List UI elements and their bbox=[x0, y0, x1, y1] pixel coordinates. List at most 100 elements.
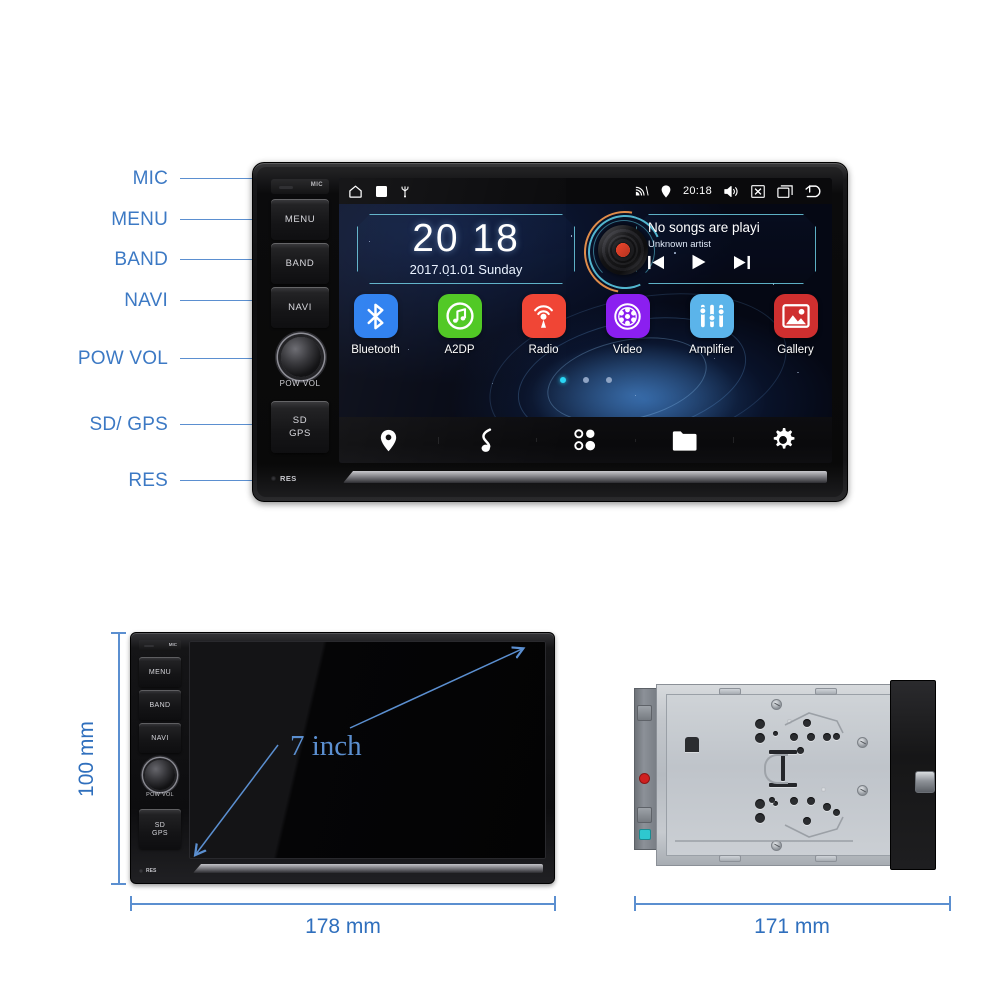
film-reel-icon[interactable] bbox=[605, 294, 650, 338]
page-dot[interactable] bbox=[605, 377, 612, 383]
clock-time: 20 18 bbox=[412, 217, 520, 260]
mic-icon bbox=[144, 645, 154, 647]
depth-dimension-label: 171 mm bbox=[754, 915, 830, 938]
back-icon[interactable] bbox=[805, 184, 823, 198]
product-diagram: MIC MENU BAND NAVI POW VOL SD/ GPS RES M… bbox=[0, 0, 1000, 1000]
dim-knob-label: POW VOL bbox=[146, 792, 174, 798]
app-amplifier[interactable]: Amplifier bbox=[681, 294, 743, 356]
previous-track-icon[interactable] bbox=[648, 255, 665, 270]
app-label: Bluetooth bbox=[351, 344, 400, 356]
next-track-icon[interactable] bbox=[733, 255, 750, 270]
folder-icon[interactable] bbox=[672, 430, 697, 451]
status-bar-clock: 20:18 bbox=[682, 185, 712, 197]
width-dimension-line bbox=[130, 903, 555, 905]
music-artist: Unknown artist bbox=[648, 239, 711, 250]
status-bar-right: 20:18 bbox=[635, 184, 823, 198]
music-widget[interactable]: No songs are playi Unknown artist bbox=[567, 194, 816, 310]
home-icon[interactable] bbox=[348, 184, 363, 199]
callout-label-res: RES bbox=[128, 470, 168, 491]
callout-label-band: BAND bbox=[114, 249, 168, 270]
dim-button-column: MIC MENU BAND NAVI POW VOL SD GPS RES bbox=[138, 639, 182, 877]
clock-widget[interactable]: 20 18 2017.01.01 Sunday bbox=[357, 214, 575, 284]
mic-strip: MIC bbox=[271, 179, 329, 194]
chassis-rear-panel bbox=[634, 688, 658, 850]
reset-hole-icon[interactable] bbox=[271, 475, 276, 481]
touchscreen[interactable]: 20:18 20 18 2017.01.01 Sunday No songs a… bbox=[339, 178, 832, 463]
page-dot-active[interactable] bbox=[559, 377, 566, 383]
app-a2dp[interactable]: A2DP bbox=[429, 294, 491, 356]
app-label: Amplifier bbox=[689, 344, 734, 356]
dim-reset-label: RES bbox=[146, 868, 157, 874]
width-tick-right bbox=[554, 896, 556, 911]
height-tick-top bbox=[111, 632, 126, 634]
pow-vol-knob[interactable] bbox=[281, 337, 321, 377]
usb-icon bbox=[400, 184, 410, 198]
dock-item-apps[interactable] bbox=[536, 429, 635, 451]
chassis-body bbox=[656, 684, 914, 866]
music-note-circle-icon[interactable] bbox=[437, 294, 482, 338]
pow-vol-knob-label: POW VOL bbox=[279, 379, 321, 388]
head-unit-bezel: MIC MENU BAND NAVI POW VOL SD GPS RES 20… bbox=[257, 167, 843, 497]
callout-label-sd-gps: SD/ GPS bbox=[89, 414, 168, 435]
pow-vol-knob bbox=[145, 760, 175, 790]
dim-mic-label: MIC bbox=[168, 642, 177, 647]
clock-date: 2017.01.01 Sunday bbox=[409, 262, 523, 277]
app-label: Gallery bbox=[777, 344, 814, 356]
music-controls bbox=[648, 254, 808, 270]
app-label: Radio bbox=[528, 344, 559, 356]
gps-label: GPS bbox=[152, 829, 168, 837]
physical-button-column: MIC MENU BAND NAVI POW VOL SD GPS RES bbox=[269, 177, 331, 487]
app-radio[interactable]: Radio bbox=[513, 294, 575, 356]
navi-button[interactable]: NAVI bbox=[271, 287, 329, 328]
dim-bottom-trim bbox=[193, 864, 543, 873]
height-tick-bottom bbox=[111, 883, 126, 885]
reset-label: RES bbox=[280, 473, 297, 483]
radio-broadcast-icon[interactable] bbox=[521, 294, 566, 338]
music-track-title: No songs are playi bbox=[648, 220, 760, 235]
stop-square-icon[interactable] bbox=[376, 185, 387, 197]
chassis-top-view bbox=[634, 678, 950, 878]
bottom-trim bbox=[343, 471, 827, 483]
app-label: A2DP bbox=[444, 344, 475, 356]
location-icon[interactable] bbox=[661, 184, 671, 198]
depth-dimension-line bbox=[634, 903, 950, 905]
app-label: Video bbox=[612, 344, 643, 356]
menu-button[interactable]: MENU bbox=[271, 199, 329, 240]
dim-pow-vol-knob-wrap: POW VOL bbox=[139, 759, 181, 801]
dock-item-files[interactable] bbox=[634, 430, 734, 451]
photo-image-icon[interactable] bbox=[773, 294, 818, 338]
bluetooth-icon[interactable] bbox=[353, 294, 398, 338]
pow-vol-knob-wrap[interactable]: POW VOL bbox=[271, 335, 329, 391]
dock-item-settings[interactable] bbox=[733, 428, 832, 452]
dock-item-music[interactable] bbox=[437, 427, 537, 453]
reset-hole-icon bbox=[139, 869, 143, 873]
music-note-icon[interactable] bbox=[477, 427, 496, 453]
dock-item-navigation[interactable] bbox=[339, 429, 438, 452]
callout-label-pow-vol: POW VOL bbox=[77, 348, 168, 369]
app-video[interactable]: Video bbox=[597, 294, 659, 356]
sd-gps-slot[interactable]: SD GPS bbox=[271, 401, 329, 453]
volume-icon[interactable] bbox=[724, 185, 739, 198]
gear-icon[interactable] bbox=[771, 428, 795, 452]
home-widgets: 20 18 2017.01.01 Sunday No songs are pla… bbox=[339, 194, 832, 310]
play-icon[interactable] bbox=[691, 254, 707, 270]
reset-row[interactable]: RES bbox=[271, 471, 329, 485]
cast-icon[interactable] bbox=[635, 185, 649, 197]
callout-label-mic: MIC bbox=[132, 168, 168, 189]
app-bluetooth[interactable]: Bluetooth bbox=[345, 294, 407, 356]
head-unit-front-view: MIC MENU BAND NAVI POW VOL SD GPS RES 20… bbox=[252, 162, 848, 502]
band-button[interactable]: BAND bbox=[271, 243, 329, 284]
location-pin-icon[interactable] bbox=[380, 429, 397, 452]
app-gallery[interactable]: Gallery bbox=[765, 294, 827, 356]
shaft-connector bbox=[915, 771, 935, 793]
height-dimension-line bbox=[118, 632, 120, 884]
apps-grid-icon[interactable] bbox=[574, 429, 597, 451]
connector-plate-upper bbox=[637, 705, 652, 721]
equalizer-sliders-icon[interactable] bbox=[689, 294, 734, 338]
vinyl-record-icon bbox=[598, 225, 648, 275]
dim-sd-gps-slot: SD GPS bbox=[139, 809, 181, 849]
recents-icon[interactable] bbox=[777, 184, 793, 198]
close-box-icon[interactable] bbox=[751, 184, 765, 198]
screen-size-label: 7 inch bbox=[290, 730, 362, 762]
page-dot[interactable] bbox=[582, 377, 589, 383]
